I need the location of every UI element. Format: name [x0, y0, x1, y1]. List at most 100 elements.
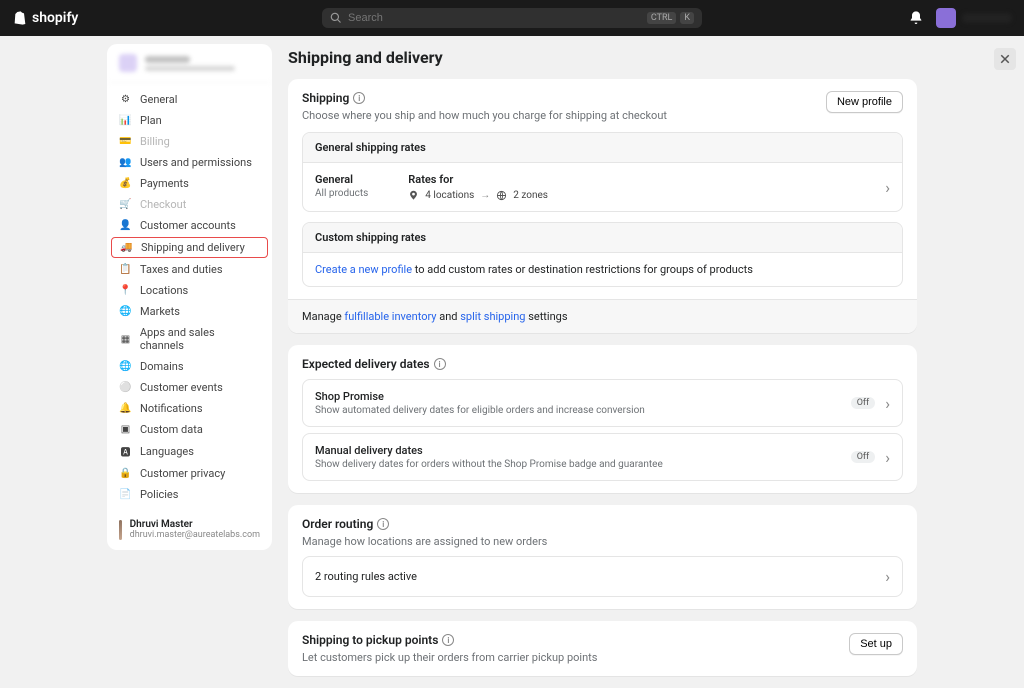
rates-for-detail: 4 locations → 2 zones: [408, 190, 548, 201]
user-name-blurred: [962, 13, 1012, 23]
shop-promise-row[interactable]: Shop Promise Show automated delivery dat…: [302, 379, 903, 427]
new-profile-button[interactable]: New profile: [826, 91, 903, 113]
nav-label: Plan: [140, 114, 162, 127]
settings-nav: ⚙General 📊 Plan 💳 Billing 👥 Users and permissi…: [107, 83, 272, 511]
sidebar-item-locations[interactable]: 📍 Locations: [107, 280, 272, 301]
general-profile-row[interactable]: General All products Rates for 4 locatio…: [303, 163, 902, 211]
sidebar-item-checkout[interactable]: 🛒Checkout: [107, 194, 272, 215]
pickup-subtitle: Let customers pick up their orders from …: [302, 651, 597, 664]
custom-rates-heading: Custom shipping rates: [303, 223, 902, 253]
order-routing-card: Order routing i Manage how locations are…: [288, 505, 917, 609]
nav-icon: ⚙: [119, 94, 132, 105]
nav-icon: 👤: [119, 220, 132, 231]
sidebar-item-billing[interactable]: 💳 Billing: [107, 131, 272, 152]
search-icon: [330, 12, 342, 24]
shipping-title: Shipping i: [302, 91, 667, 105]
sidebar-item-custom-data[interactable]: ▣ Custom data: [107, 419, 272, 440]
sidebar-item-apps-and-sales-channels[interactable]: ▦Apps and sales channels: [107, 322, 272, 356]
sidebar-item-general[interactable]: ⚙General: [107, 89, 272, 110]
sidebar-item-markets[interactable]: 🌐Markets: [107, 301, 272, 322]
chevron-right-icon: [885, 394, 890, 413]
search-input[interactable]: [348, 12, 647, 24]
nav-label: Billing: [140, 135, 170, 148]
manual-dates-row[interactable]: Manual delivery dates Show delivery date…: [302, 433, 903, 481]
nav-icon: 📋: [119, 264, 132, 275]
store-header-blurred: [107, 44, 272, 83]
sidebar-item-policies[interactable]: 📄 Policies: [107, 484, 272, 505]
nav-icon: 💰: [119, 178, 132, 189]
routing-title: Order routing i: [302, 517, 903, 531]
nav-label: Users and permissions: [140, 156, 252, 169]
close-button[interactable]: [994, 48, 1016, 70]
sidebar-item-payments[interactable]: 💰 Payments: [107, 173, 272, 194]
shop-promise-sub: Show automated delivery dates for eligib…: [315, 405, 645, 416]
search-bar[interactable]: CTRLK: [322, 8, 702, 28]
shopify-icon: [12, 9, 28, 27]
shop-promise-title: Shop Promise: [315, 390, 645, 403]
sidebar-item-notifications[interactable]: 🔔Notifications: [107, 398, 272, 419]
sidebar-item-customer-accounts[interactable]: 👤Customer accounts: [107, 215, 272, 236]
general-rates-subcard: General shipping rates General All produ…: [302, 132, 903, 212]
nav-label: Payments: [140, 177, 189, 190]
nav-label: Policies: [140, 488, 178, 501]
main-content: Shipping and delivery Shipping i Choose …: [288, 44, 917, 688]
nav-icon: 📄: [119, 489, 132, 500]
create-profile-link[interactable]: Create a new profile: [315, 263, 412, 276]
bell-icon[interactable]: [908, 10, 924, 26]
topbar: shopify CTRLK: [0, 0, 1024, 36]
avatar: [936, 8, 956, 28]
setup-button[interactable]: Set up: [849, 633, 903, 655]
sidebar-item-taxes-and-duties[interactable]: 📋 Taxes and duties: [107, 259, 272, 280]
user-email: dhruvi.master@aureatelabs.com: [130, 530, 260, 540]
split-shipping-link[interactable]: split shipping: [460, 310, 525, 323]
nav-icon: 📍: [119, 285, 132, 296]
nav-label: Taxes and duties: [140, 263, 223, 276]
sidebar-item-customer-privacy[interactable]: 🔒Customer privacy: [107, 463, 272, 484]
custom-rates-body: Create a new profile to add custom rates…: [303, 253, 902, 286]
manual-title: Manual delivery dates: [315, 444, 663, 457]
routing-rules-row[interactable]: 2 routing rules active: [302, 556, 903, 597]
info-icon[interactable]: i: [377, 518, 389, 530]
sidebar-item-shipping-and-delivery[interactable]: 🚚 Shipping and delivery: [111, 237, 268, 258]
routing-subtitle: Manage how locations are assigned to new…: [302, 535, 903, 548]
sidebar-item-plan[interactable]: 📊 Plan: [107, 110, 272, 131]
user-menu[interactable]: [936, 8, 1012, 28]
manual-sub: Show delivery dates for orders without t…: [315, 459, 663, 470]
sidebar-item-languages[interactable]: 🅰 Languages: [107, 440, 272, 463]
routing-rules-text: 2 routing rules active: [315, 570, 417, 583]
sidebar-item-customer-events[interactable]: ⚪Customer events: [107, 377, 272, 398]
nav-icon: 📊: [119, 115, 132, 126]
sidebar-item-domains[interactable]: 🌐Domains: [107, 356, 272, 377]
chevron-right-icon: [885, 178, 890, 197]
nav-icon: 💳: [119, 136, 132, 147]
sidebar-item-users-and-permissions[interactable]: 👥 Users and permissions: [107, 152, 272, 173]
nav-label: Custom data: [140, 423, 203, 436]
user-avatar: [119, 520, 122, 540]
brand-logo[interactable]: shopify: [12, 9, 78, 27]
location-icon: [408, 190, 419, 201]
nav-label: Locations: [140, 284, 188, 297]
nav-icon: ⚪: [119, 382, 132, 393]
fulfillable-link[interactable]: fulfillable inventory: [344, 310, 436, 323]
nav-icon: 🅰: [119, 444, 132, 459]
shipping-card: Shipping i Choose where you ship and how…: [288, 79, 917, 333]
nav-icon: 🔔: [119, 403, 132, 414]
topbar-right: [908, 8, 1012, 28]
nav-icon: 👥: [119, 157, 132, 168]
status-badge: Off: [851, 451, 875, 463]
nav-icon: 🛒: [119, 199, 132, 210]
nav-icon: ▣: [119, 424, 132, 435]
expected-title: Expected delivery dates i: [302, 357, 903, 371]
info-icon[interactable]: i: [434, 358, 446, 370]
nav-label: Languages: [140, 445, 194, 458]
general-rates-heading: General shipping rates: [303, 133, 902, 163]
rates-for-label: Rates for: [408, 173, 548, 186]
info-icon[interactable]: i: [353, 92, 365, 104]
info-icon[interactable]: i: [442, 634, 454, 646]
sidebar-user[interactable]: Dhruvi Master dhruvi.master@aureatelabs.…: [107, 511, 272, 550]
page-title: Shipping and delivery: [288, 48, 917, 67]
nav-label: Shipping and delivery: [141, 241, 245, 254]
nav-icon: 🚚: [120, 242, 133, 253]
pickup-title: Shipping to pickup points i: [302, 633, 597, 647]
chevron-right-icon: [885, 448, 890, 467]
